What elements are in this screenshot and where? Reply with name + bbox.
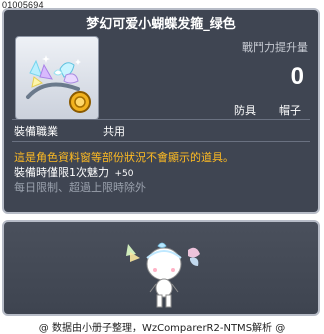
divider-top — [12, 119, 310, 120]
character-preview — [2, 220, 320, 316]
job-label: 裝備職業 — [14, 125, 58, 138]
combat-power-label: 戰鬥力提升量 — [242, 41, 308, 54]
category-hat: 帽子 — [279, 104, 301, 117]
item-tooltip: 梦幻可爱小蝴蝶发箍_绿色 戰鬥力提升量 0 防具 帽子 裝備職業 共用 這是角色… — [2, 8, 320, 214]
divider-mid — [12, 141, 310, 142]
trade-note: 每日限制、超過上限時除外 — [14, 181, 146, 194]
combat-power-value: 0 — [290, 63, 304, 90]
credit-footer: @ 数据由小册子整理，WzComparerR2-NTMS解析 @ — [38, 323, 286, 334]
item-title: 梦幻可爱小蝴蝶发箍_绿色 — [86, 17, 236, 32]
character-avatar-icon — [126, 242, 200, 308]
equip-limit-label: 裝備時僅限1次魅力 — [14, 166, 109, 179]
warning-text: 這是角色資料窗等部份狀況不會顯示的道具。 — [14, 151, 234, 164]
item-icon-frame — [15, 36, 99, 120]
equip-limit-line: 裝備時僅限1次魅力 +50 — [14, 164, 134, 180]
butterfly-headband-icon — [26, 55, 91, 113]
job-value: 共用 — [103, 125, 125, 138]
category-armor: 防具 — [234, 104, 256, 117]
equip-limit-value: +50 — [114, 169, 134, 179]
